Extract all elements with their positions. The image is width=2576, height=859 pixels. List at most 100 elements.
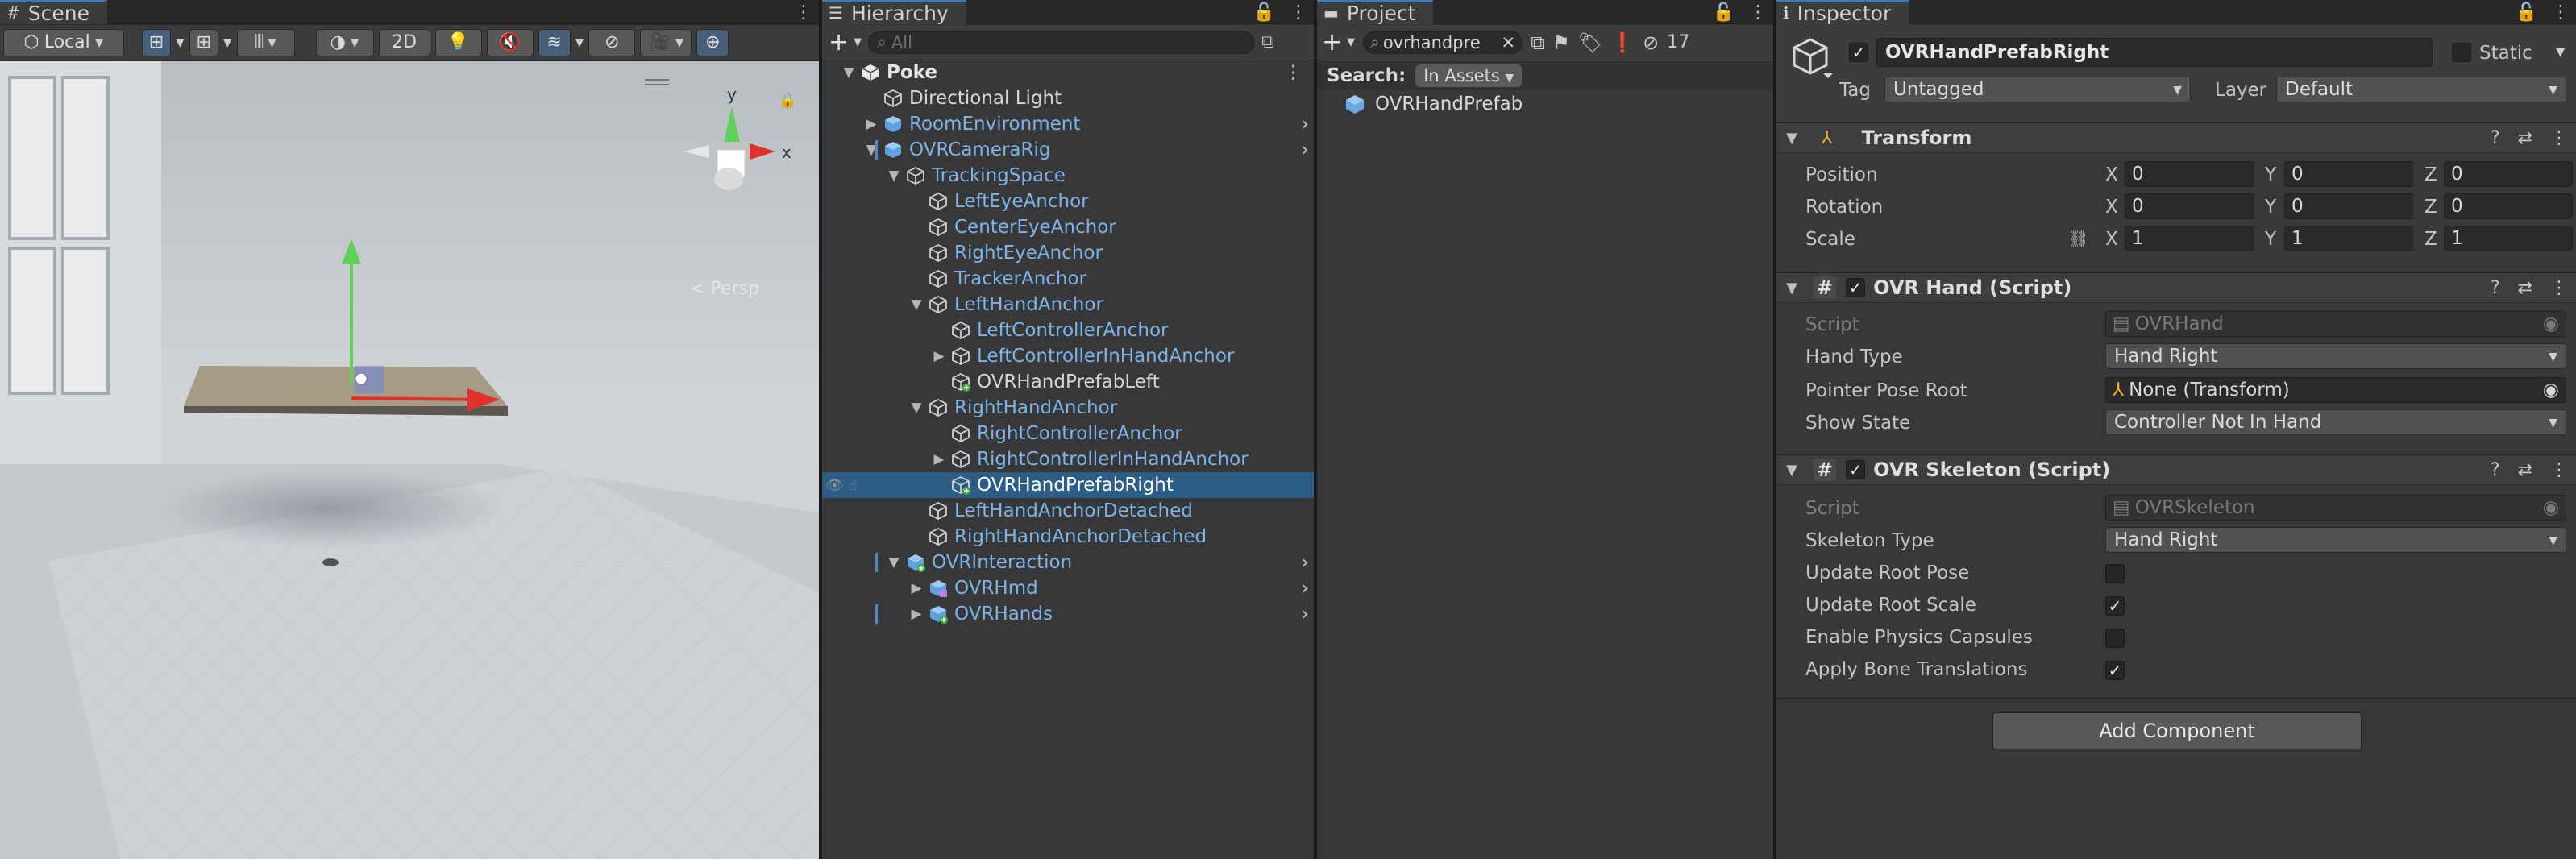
hierarchy-item[interactable]: ▼ LeftHandAnchor bbox=[822, 292, 1314, 317]
tab-scene[interactable]: # Scene bbox=[0, 0, 107, 25]
transform-z-input[interactable]: 1 bbox=[2444, 226, 2573, 251]
audio-toggle-button[interactable]: 🔇 bbox=[486, 28, 534, 56]
expand-arrow-icon[interactable]: ▼ bbox=[861, 142, 882, 158]
tag-dropdown[interactable]: Untagged ▼ bbox=[1884, 77, 2191, 102]
hierarchy-item[interactable]: RightControllerAnchor bbox=[822, 421, 1314, 446]
hierarchy-item[interactable]: ▶ LeftControllerInHandAnchor bbox=[822, 343, 1314, 369]
skeleton-type-dropdown[interactable]: Hand Right ▼ bbox=[2105, 527, 2566, 553]
hierarchy-item[interactable]: ▶ OVRHands › bbox=[822, 601, 1314, 627]
transform-header[interactable]: ▼ ⅄ Transform ? ⇄ ⋮ bbox=[1776, 122, 2576, 153]
visibility-eye-icon[interactable]: 👁 ☝ bbox=[825, 477, 858, 494]
perspective-label[interactable]: < Persp bbox=[690, 279, 759, 299]
panel-menu-icon[interactable]: ⋮ bbox=[1290, 2, 1307, 23]
hierarchy-item[interactable]: 👁 ☝ OVRHandPrefabRight bbox=[822, 472, 1314, 498]
expand-arrow-icon[interactable]: ▼ bbox=[906, 297, 927, 313]
lock-icon[interactable]: 🔓 bbox=[1253, 2, 1275, 23]
scene-viewport[interactable]: y x 🔒 < Persp bbox=[0, 61, 819, 859]
grid-snapping-button[interactable]: ⊞ bbox=[142, 28, 171, 56]
show-state-dropdown[interactable]: Controller Not In Hand ▼ bbox=[2105, 409, 2566, 435]
foldout-arrow-icon[interactable]: ▼ bbox=[1781, 462, 1802, 479]
transform-y-input[interactable]: 0 bbox=[2284, 193, 2413, 219]
static-checkbox[interactable] bbox=[2452, 43, 2471, 62]
lighting-toggle-button[interactable]: 💡 bbox=[434, 28, 482, 56]
hand-type-dropdown[interactable]: Hand Right ▼ bbox=[2105, 343, 2566, 369]
help-icon[interactable]: ? bbox=[2491, 128, 2500, 148]
log-type-icon[interactable]: ❗ bbox=[1610, 31, 1635, 54]
gameobject-cube-icon[interactable] bbox=[1791, 36, 1836, 81]
hierarchy-item[interactable]: LeftEyeAnchor bbox=[822, 189, 1314, 214]
hierarchy-item[interactable]: OVRHandPrefabLeft bbox=[822, 369, 1314, 395]
grid-snapping-dropdown-icon[interactable]: ▼ bbox=[176, 36, 185, 49]
hierarchy-search-input[interactable]: ⌕ All bbox=[868, 31, 1256, 54]
collapse-arrow-icon[interactable]: ▶ bbox=[929, 451, 949, 467]
expand-arrow-icon[interactable]: ▼ bbox=[883, 168, 904, 184]
hierarchy-item[interactable]: CenterEyeAnchor bbox=[822, 214, 1314, 240]
presets-icon[interactable]: ⇄ bbox=[2518, 460, 2532, 480]
create-button[interactable]: + ▼ bbox=[829, 28, 862, 56]
grid-visibility-button[interactable]: ⊞ bbox=[189, 28, 218, 56]
gizmo-lock-icon[interactable]: 🔒 bbox=[779, 92, 796, 109]
grid-visibility-dropdown-icon[interactable]: ▼ bbox=[223, 36, 232, 49]
expand-arrow-icon[interactable]: ▼ bbox=[906, 400, 927, 416]
collapse-arrow-icon[interactable]: ▶ bbox=[861, 116, 882, 132]
chevron-right-icon[interactable]: › bbox=[1301, 550, 1309, 575]
hierarchy-item[interactable]: ▼ TrackingSpace bbox=[822, 163, 1314, 189]
object-picker-icon[interactable]: ◉ bbox=[2543, 380, 2559, 400]
skeleton-toggle-checkbox[interactable]: ✓ bbox=[2105, 596, 2125, 616]
panel-menu-icon[interactable]: ⋮ bbox=[1749, 2, 1767, 23]
constrain-proportions-icon[interactable]: ⛓ bbox=[2068, 229, 2088, 248]
hierarchy-item[interactable]: LeftControllerAnchor bbox=[822, 317, 1314, 343]
pointer-pose-root-field[interactable]: ⅄ None (Transform) ◉ bbox=[2105, 377, 2566, 403]
hierarchy-item[interactable]: Directional Light bbox=[822, 85, 1314, 111]
hierarchy-item[interactable]: RightHandAnchorDetached bbox=[822, 524, 1314, 550]
transform-z-input[interactable]: 0 bbox=[2444, 193, 2573, 219]
hierarchy-item[interactable]: ▼ OVRCameraRig › bbox=[822, 137, 1314, 163]
scene-search-icon[interactable]: ⧉ bbox=[1261, 32, 1274, 52]
pivot-rotation-dropdown[interactable]: ⬡ Local ▼ bbox=[3, 28, 124, 56]
layer-dropdown[interactable]: Default ▼ bbox=[2276, 77, 2566, 102]
static-dropdown-icon[interactable]: ▼ bbox=[2556, 46, 2565, 59]
project-result-item[interactable]: OVRHandPrefab bbox=[1344, 93, 1523, 114]
draw-mode-dropdown[interactable]: ◑ ▼ bbox=[315, 28, 374, 56]
scene-menu-icon[interactable]: ⋮ bbox=[1284, 62, 1303, 83]
collapse-arrow-icon[interactable]: ▶ bbox=[906, 580, 927, 596]
toggle-2d-button[interactable]: 2D bbox=[378, 28, 430, 56]
panel-menu-icon[interactable]: ⋮ bbox=[2552, 2, 2570, 23]
transform-y-input[interactable]: 0 bbox=[2284, 161, 2413, 187]
object-name-input[interactable]: OVRHandPrefabRight bbox=[1876, 38, 2433, 67]
filter-by-label-icon[interactable]: 🏷 bbox=[1578, 31, 1602, 54]
transform-x-input[interactable]: 0 bbox=[2125, 161, 2254, 187]
hierarchy-item[interactable]: ▶ RoomEnvironment › bbox=[822, 111, 1314, 137]
ovr-skeleton-header[interactable]: ▼ # ✓ OVR Skeleton (Script) ? ⇄ ⋮ bbox=[1776, 454, 2576, 485]
presets-icon[interactable]: ⇄ bbox=[2518, 278, 2532, 298]
lock-icon[interactable]: 🔓 bbox=[1713, 2, 1735, 23]
component-menu-icon[interactable]: ⋮ bbox=[2550, 460, 2568, 480]
collapse-arrow-icon[interactable]: ▶ bbox=[906, 606, 927, 622]
expand-arrow-icon[interactable]: ▼ bbox=[883, 554, 904, 571]
active-checkbox[interactable]: ✓ bbox=[1849, 43, 1868, 62]
ovr-hand-header[interactable]: ▼ # ✓ OVR Hand (Script) ? ⇄ ⋮ bbox=[1776, 272, 2576, 303]
transform-z-input[interactable]: 0 bbox=[2444, 161, 2573, 187]
hierarchy-item[interactable]: ▼ Poke ⋮ bbox=[822, 60, 1314, 85]
lock-icon[interactable]: 🔓 bbox=[2516, 2, 2537, 23]
chevron-right-icon[interactable]: › bbox=[1301, 576, 1309, 600]
foldout-arrow-icon[interactable]: ▼ bbox=[1781, 130, 1802, 147]
transform-x-input[interactable]: 0 bbox=[2125, 193, 2254, 219]
hierarchy-item[interactable]: ▼ OVRInteraction › bbox=[822, 550, 1314, 575]
chevron-right-icon[interactable]: › bbox=[1301, 138, 1309, 162]
object-picker-icon[interactable]: ◉ bbox=[2543, 313, 2559, 334]
help-icon[interactable]: ? bbox=[2491, 278, 2500, 298]
create-asset-button[interactable]: + ▼ bbox=[1322, 28, 1355, 56]
hierarchy-item[interactable]: ▶ OVRHmd › bbox=[822, 575, 1314, 601]
effects-dropdown-icon[interactable]: ▼ bbox=[575, 36, 584, 49]
hierarchy-item[interactable]: TrackerAnchor bbox=[822, 266, 1314, 292]
expand-arrow-icon[interactable]: ▼ bbox=[838, 64, 859, 81]
tab-project[interactable]: ▬ Project bbox=[1317, 0, 1434, 25]
tab-hierarchy[interactable]: ☰ Hierarchy bbox=[822, 0, 966, 25]
collapse-arrow-icon[interactable]: ▶ bbox=[929, 348, 949, 364]
hierarchy-item[interactable]: ▼ RightHandAnchor bbox=[822, 395, 1314, 421]
effects-toggle-button[interactable]: ≋ bbox=[538, 28, 571, 56]
foldout-arrow-icon[interactable]: ▼ bbox=[1781, 280, 1802, 297]
hierarchy-item[interactable]: RightEyeAnchor bbox=[822, 240, 1314, 266]
search-by-type-icon[interactable]: ⧉ bbox=[1531, 31, 1544, 54]
